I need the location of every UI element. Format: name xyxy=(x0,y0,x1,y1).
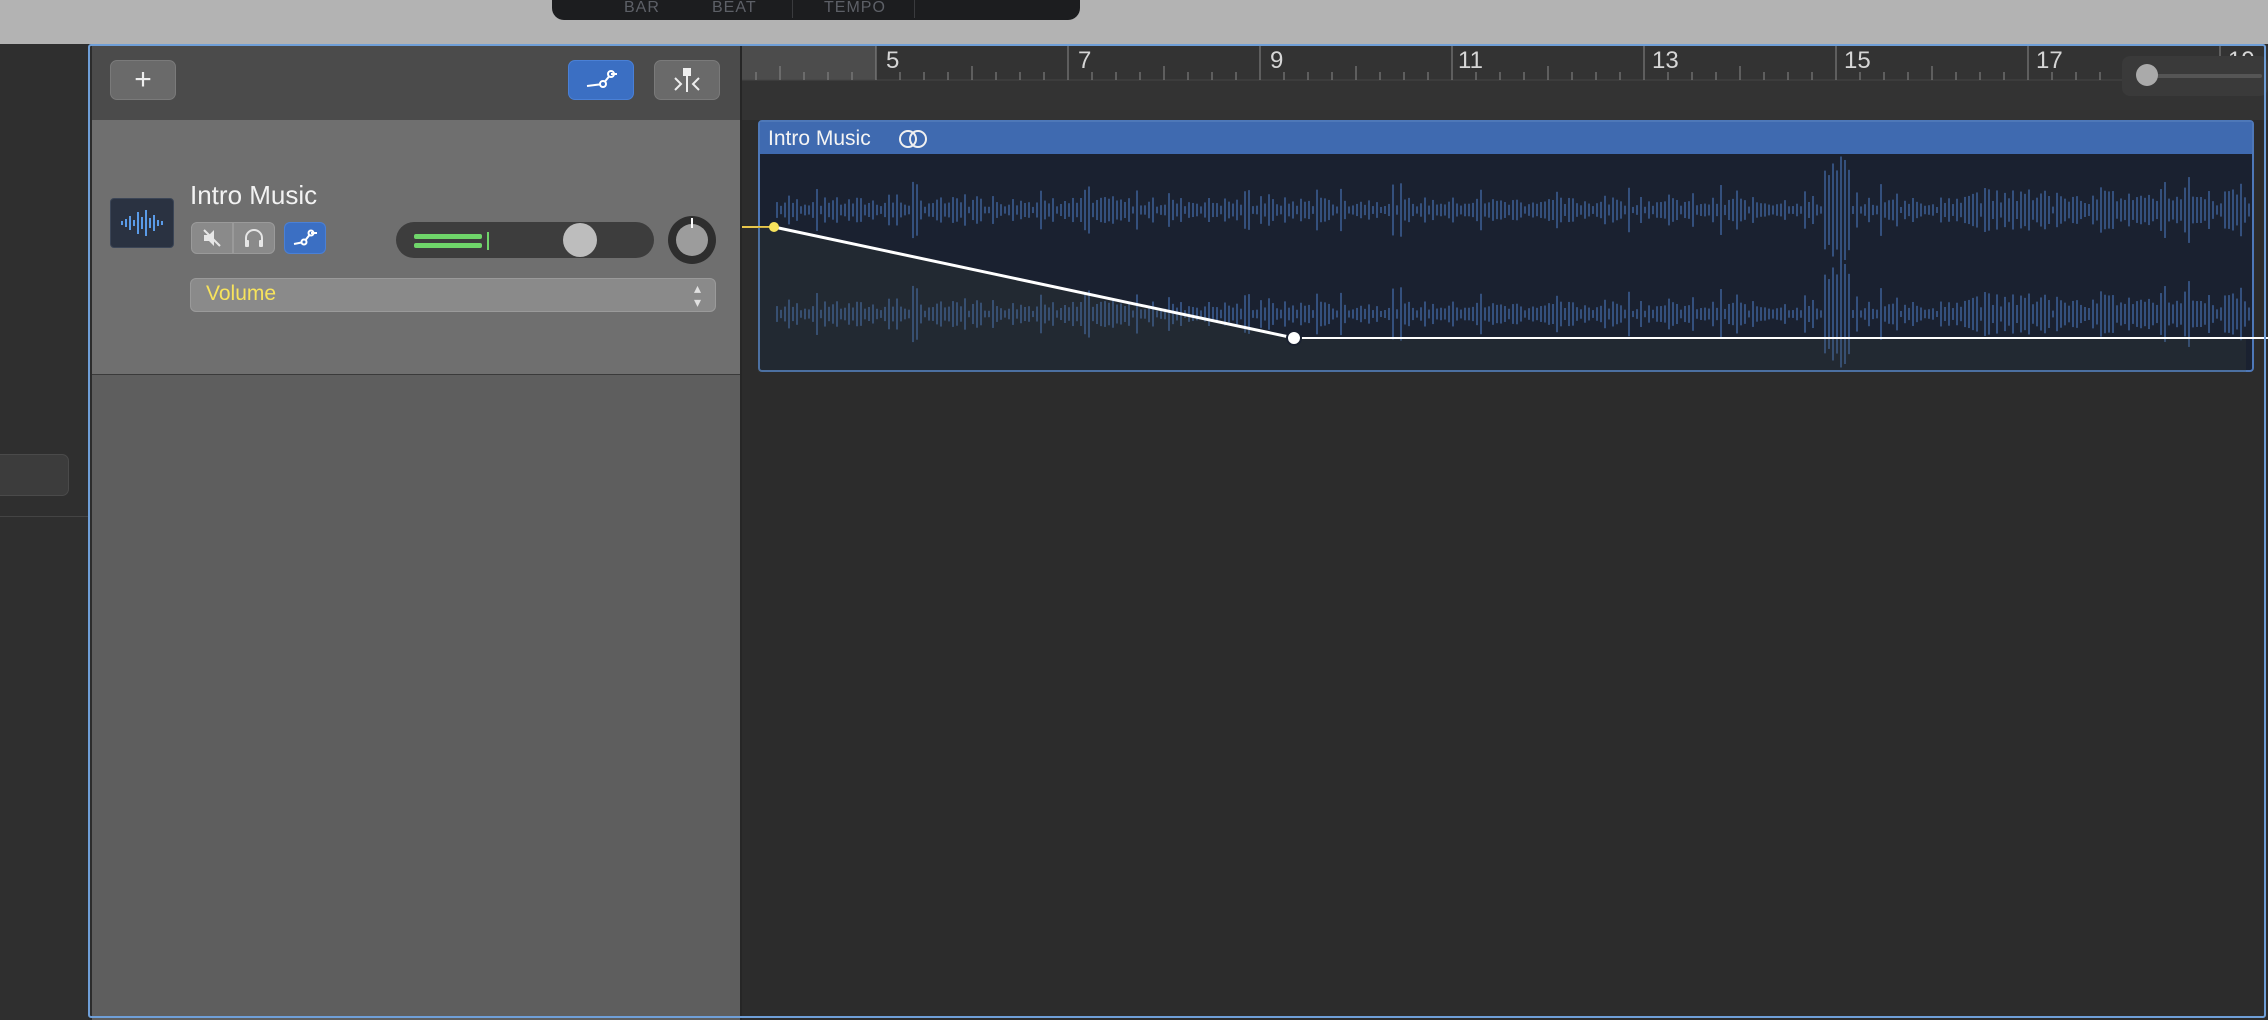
lcd-separator xyxy=(914,0,915,18)
solo-button[interactable] xyxy=(233,222,275,254)
lcd-display[interactable]: BAR BEAT TEMPO xyxy=(552,0,1080,20)
pan-knob-indicator xyxy=(691,218,693,228)
ruler-bar-9: 9 xyxy=(1270,47,1284,74)
ruler-bar-5: 5 xyxy=(886,47,900,74)
lcd-tempo-label: TEMPO xyxy=(824,0,886,16)
automation-point-start[interactable] xyxy=(769,222,779,232)
add-track-button[interactable]: + xyxy=(110,60,176,100)
zoom-slider-thumb[interactable] xyxy=(2136,64,2158,86)
level-meter-left xyxy=(414,234,482,239)
catch-playhead-icon xyxy=(674,68,700,92)
tracks-toolbar xyxy=(92,46,740,121)
level-meter-peak xyxy=(487,232,489,250)
ruler-bar-11: 11 xyxy=(1458,47,1483,74)
track-name[interactable]: Intro Music xyxy=(190,180,317,211)
ruler-bar-7: 7 xyxy=(1078,47,1092,74)
plus-icon: + xyxy=(134,63,152,96)
volume-slider[interactable] xyxy=(396,222,654,258)
top-toolbar-strip xyxy=(0,0,2268,44)
automation-point-end[interactable] xyxy=(1286,330,1302,346)
chevron-updown-icon: ▴ ▾ xyxy=(694,280,702,310)
show-automation-button[interactable] xyxy=(568,60,634,100)
track-icon[interactable] xyxy=(110,198,174,248)
lcd-separator xyxy=(792,0,793,18)
lcd-bar-label: BAR xyxy=(624,0,660,16)
pan-knob-cap xyxy=(676,224,708,256)
track-automation-button[interactable] xyxy=(284,222,326,254)
library-field[interactable] xyxy=(0,454,69,496)
catch-playhead-button[interactable] xyxy=(654,60,720,100)
headphones-icon xyxy=(245,229,263,247)
library-divider xyxy=(0,516,88,517)
level-meter-right xyxy=(414,243,482,248)
mute-button[interactable] xyxy=(191,222,233,254)
automation-parameter-label: Volume xyxy=(206,282,277,305)
automation-icon xyxy=(293,229,317,246)
automation-icon xyxy=(586,70,617,88)
volume-slider-thumb[interactable] xyxy=(563,223,597,257)
waveform-icon xyxy=(121,210,163,236)
zoom-slider-track xyxy=(2140,74,2262,78)
library-panel-edge xyxy=(0,44,88,1020)
ruler-bar-13: 13 xyxy=(1652,47,1679,74)
ruler-bar-17: 17 xyxy=(2036,47,2063,74)
automation-fill xyxy=(758,227,2246,372)
mute-icon xyxy=(203,229,221,247)
volume-automation-curve[interactable] xyxy=(742,120,2268,380)
lcd-beat-label: BEAT xyxy=(712,0,757,16)
ruler-bar-15: 15 xyxy=(1844,47,1871,74)
